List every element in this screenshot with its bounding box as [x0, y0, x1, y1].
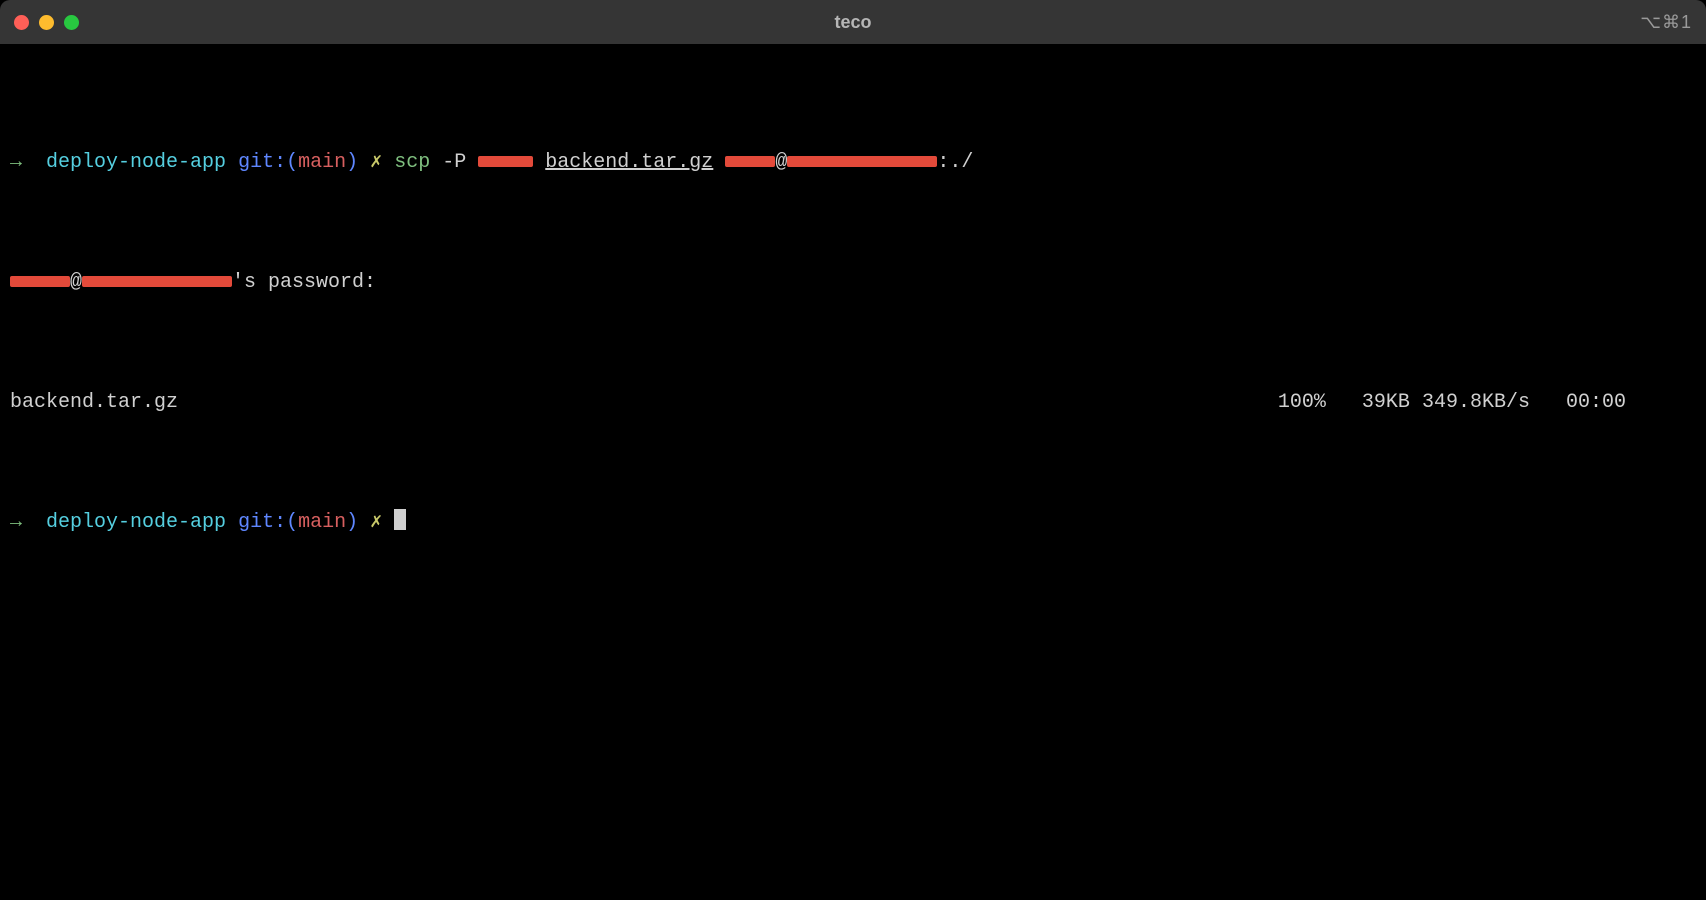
- redacted-host: [787, 156, 937, 167]
- prompt-git-close: ): [346, 511, 358, 534]
- cmd-bin: scp: [394, 151, 430, 174]
- prompt-git-close: ): [346, 151, 358, 174]
- cursor[interactable]: [394, 509, 406, 530]
- redacted-host2: [82, 276, 232, 287]
- transfer-eta: 00:00: [1566, 391, 1626, 414]
- prompt-dirty: ✗: [370, 151, 382, 174]
- traffic-lights: [14, 15, 79, 30]
- terminal-window: teco ⌥⌘1 → deploy-node-app git:(main) ✗ …: [0, 0, 1706, 900]
- redacted-port: [478, 156, 533, 167]
- window-title: teco: [834, 12, 871, 33]
- cmd-file: backend.tar.gz: [545, 151, 713, 174]
- terminal-output[interactable]: → deploy-node-app git:(main) ✗ scp -P ba…: [0, 44, 1706, 900]
- transfer-size: 39KB: [1362, 391, 1410, 414]
- transfer-stats: 100% 39KB 349.8KB/s 00:00: [1278, 388, 1696, 418]
- transfer-rate: 349.8KB/s: [1422, 391, 1530, 414]
- cmd-dest-tail: :./: [937, 151, 973, 174]
- transfer-pct: 100%: [1278, 391, 1326, 414]
- cmd-at: @: [775, 151, 787, 174]
- prompt-branch: main: [298, 151, 346, 174]
- prompt-dirname: deploy-node-app: [46, 511, 226, 534]
- prompt-arrow: →: [10, 151, 22, 174]
- prompt-dirname: deploy-node-app: [46, 151, 226, 174]
- titlebar: teco ⌥⌘1: [0, 0, 1706, 44]
- maximize-button[interactable]: [64, 15, 79, 30]
- prompt-arrow: →: [10, 511, 22, 534]
- cmd-flag: -P: [442, 151, 466, 174]
- session-shortcut: ⌥⌘1: [1640, 12, 1692, 33]
- prompt-branch: main: [298, 511, 346, 534]
- redacted-user: [725, 156, 775, 167]
- terminal-line: → deploy-node-app git:(main) ✗ scp -P ba…: [10, 148, 1696, 178]
- transfer-line: backend.tar.gz 100% 39KB 349.8KB/s 00:00: [10, 388, 1696, 418]
- pw-tail: 's password:: [232, 271, 376, 294]
- terminal-line: @ 's password:: [10, 268, 1696, 298]
- pw-at: @: [70, 271, 82, 294]
- minimize-button[interactable]: [39, 15, 54, 30]
- redacted-user2: [10, 276, 70, 287]
- close-button[interactable]: [14, 15, 29, 30]
- prompt-git-label: git:(: [238, 151, 298, 174]
- transfer-file: backend.tar.gz: [10, 388, 178, 418]
- terminal-line: → deploy-node-app git:(main) ✗: [10, 508, 1696, 538]
- prompt-git-label: git:(: [238, 511, 298, 534]
- prompt-dirty: ✗: [370, 511, 382, 534]
